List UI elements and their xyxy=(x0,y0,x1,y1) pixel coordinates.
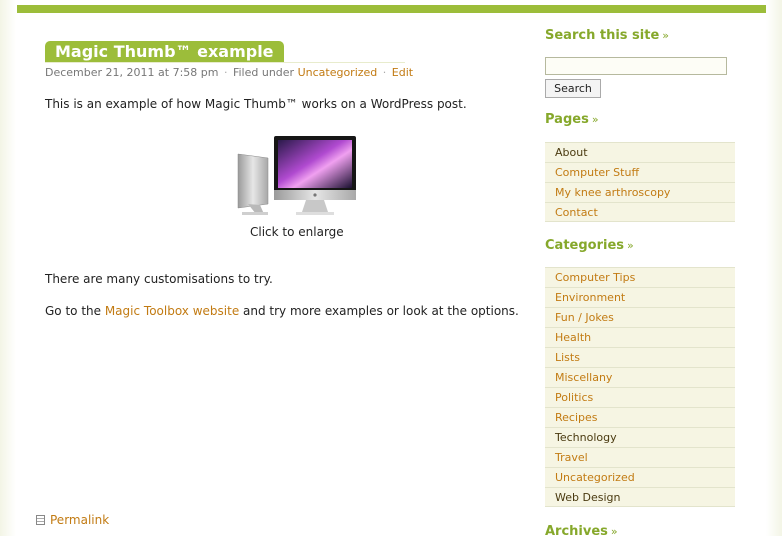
permalink: Permalink xyxy=(36,513,109,527)
filed-under-label: Filed under xyxy=(232,66,295,79)
edit-link[interactable]: Edit xyxy=(392,66,413,79)
archives-heading-text: Archives xyxy=(545,524,608,536)
paragraph-text: Go to the xyxy=(45,304,105,318)
raquo-icon: » xyxy=(610,525,618,536)
category-link[interactable]: Uncategorized xyxy=(298,66,378,79)
post-title[interactable]: Magic Thumb™ example xyxy=(45,41,284,63)
category-item-environment[interactable]: Environment xyxy=(545,287,735,307)
post-date: December 21, 2011 at 7:58 pm xyxy=(45,66,219,79)
category-item-recipes[interactable]: Recipes xyxy=(545,407,735,427)
paragraph-text: and try more examples or look at the opt… xyxy=(239,304,519,318)
raquo-icon: » xyxy=(591,113,599,126)
pages-heading: Pages» xyxy=(545,112,599,127)
pages-heading-text: Pages xyxy=(545,112,589,127)
search-input[interactable] xyxy=(545,57,727,75)
category-item-politics[interactable]: Politics xyxy=(545,387,735,407)
post-paragraph: This is an example of how Magic Thumb™ w… xyxy=(45,97,467,111)
category-item-fun-jokes[interactable]: Fun / Jokes xyxy=(545,307,735,327)
category-item-miscellany[interactable]: Miscellany xyxy=(545,367,735,387)
categories-heading: Categories» xyxy=(545,238,634,253)
category-item-web-design[interactable]: Web Design xyxy=(545,487,735,507)
categories-list: Computer Tips Environment Fun / Jokes He… xyxy=(545,267,735,507)
category-item-lists[interactable]: Lists xyxy=(545,347,735,367)
archives-heading: Archives» xyxy=(545,524,618,536)
magic-toolbox-link[interactable]: Magic Toolbox website xyxy=(105,304,239,318)
page-link-knee-arthroscopy[interactable]: My knee arthroscopy xyxy=(545,182,735,202)
search-heading-text: Search this site xyxy=(545,28,660,43)
search-heading: Search this site» xyxy=(545,28,669,43)
pages-list: About Computer Stuff My knee arthroscopy… xyxy=(545,142,735,222)
category-item-travel[interactable]: Travel xyxy=(545,447,735,467)
raquo-icon: » xyxy=(662,29,669,42)
search-button[interactable]: Search xyxy=(545,79,601,98)
post-paragraph: There are many customisations to try. xyxy=(45,272,273,286)
permalink-link[interactable]: Permalink xyxy=(50,513,109,527)
raquo-icon: » xyxy=(627,239,634,252)
category-item-computer-tips[interactable]: Computer Tips xyxy=(545,267,735,287)
post-paragraph: Go to the Magic Toolbox website and try … xyxy=(45,304,519,318)
document-icon xyxy=(36,515,45,525)
page-link-computer-stuff[interactable]: Computer Stuff xyxy=(545,162,735,182)
category-item-health[interactable]: Health xyxy=(545,327,735,347)
meta-separator: · xyxy=(382,66,387,79)
image-caption: Click to enlarge xyxy=(250,225,344,239)
categories-heading-text: Categories xyxy=(545,238,625,253)
imac-thumbnail-image[interactable] xyxy=(234,134,358,216)
post-title-underline xyxy=(45,62,405,63)
top-accent-bar xyxy=(17,5,766,13)
category-item-uncategorized[interactable]: Uncategorized xyxy=(545,467,735,487)
page-link-contact[interactable]: Contact xyxy=(545,202,735,222)
post-meta: December 21, 2011 at 7:58 pm · Filed und… xyxy=(45,66,413,79)
page-link-about[interactable]: About xyxy=(545,142,735,162)
meta-separator: · xyxy=(223,66,228,79)
category-item-technology[interactable]: Technology xyxy=(545,427,735,447)
